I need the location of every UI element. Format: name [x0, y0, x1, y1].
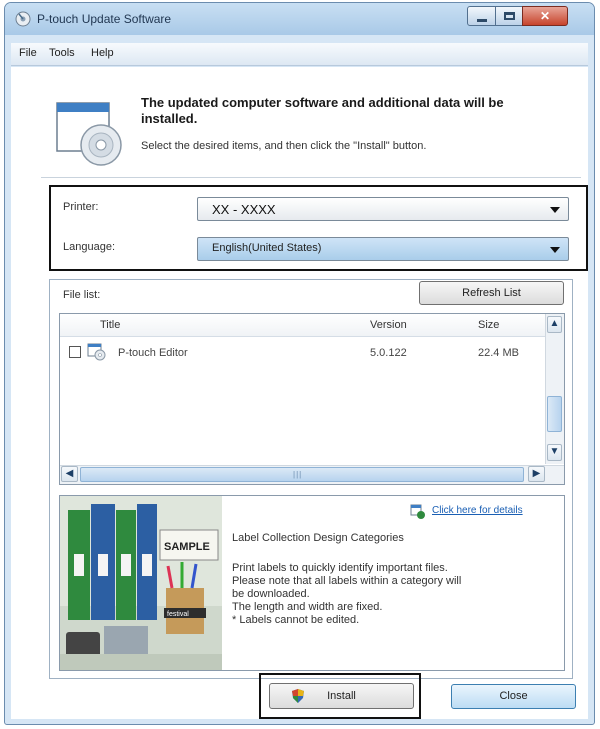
- header-divider: [41, 177, 581, 178]
- close-icon: ✕: [539, 9, 551, 23]
- table-row[interactable]: P-touch Editor 5.0.122 22.4 MB: [60, 342, 546, 364]
- info-line: Please note that all labels within a cat…: [232, 575, 462, 587]
- chevron-down-icon: [550, 247, 560, 253]
- column-version[interactable]: Version: [370, 319, 407, 331]
- close-button[interactable]: Close: [451, 684, 576, 709]
- dialog-content: The updated computer software and additi…: [11, 67, 588, 719]
- close-window-button[interactable]: ✕: [522, 6, 568, 26]
- app-window: P-touch Update Software ✕ File Tools Hel…: [4, 2, 595, 725]
- horizontal-scrollbar[interactable]: ◀ ||| ▶: [60, 465, 564, 484]
- scroll-down-icon[interactable]: ▼: [547, 444, 562, 461]
- file-list-label: File list:: [63, 289, 101, 301]
- menu-tools[interactable]: Tools: [49, 47, 75, 59]
- festival-label-text: festival: [167, 611, 189, 618]
- info-line: be downloaded.: [232, 588, 310, 600]
- menu-file[interactable]: File: [19, 47, 37, 59]
- vertical-scroll-thumb[interactable]: [547, 396, 562, 432]
- minimize-button[interactable]: [467, 6, 496, 26]
- language-value: English(United States): [212, 242, 322, 254]
- printer-select[interactable]: XX - XXXX: [197, 197, 569, 221]
- chevron-down-icon: [550, 207, 560, 213]
- row-title: P-touch Editor: [118, 347, 188, 359]
- info-line: The length and width are fixed.: [232, 601, 383, 613]
- menu-help[interactable]: Help: [91, 47, 114, 59]
- software-disc-icon: [87, 343, 106, 361]
- header-title: The updated computer software and additi…: [141, 95, 504, 126]
- shield-icon: [292, 689, 304, 703]
- scroll-up-icon[interactable]: ▲: [547, 316, 562, 333]
- maximize-icon: [504, 12, 515, 20]
- header-subtitle: Select the desired items, and then click…: [141, 140, 427, 152]
- vertical-scrollbar[interactable]: ▲ ▼: [545, 314, 564, 464]
- maximize-button[interactable]: [495, 6, 523, 26]
- menu-bar: File Tools Help: [11, 43, 588, 66]
- column-size[interactable]: Size: [478, 319, 499, 331]
- file-list-table: Title Version Size P-touch Editor 5.0.12…: [59, 313, 565, 485]
- info-description: Print labels to quickly identify importa…: [232, 562, 562, 627]
- row-checkbox[interactable]: [69, 346, 81, 358]
- sample-label-text: SAMPLE: [164, 541, 210, 553]
- window-title: P-touch Update Software: [37, 12, 172, 26]
- column-title[interactable]: Title: [100, 319, 120, 331]
- install-button[interactable]: Install: [269, 683, 414, 709]
- info-panel: SAMPLE festival Click here for details L…: [59, 495, 565, 671]
- install-label: Install: [327, 690, 356, 702]
- info-line: * Labels cannot be edited.: [232, 614, 360, 626]
- scroll-left-icon[interactable]: ◀: [61, 466, 78, 482]
- refresh-list-button[interactable]: Refresh List: [419, 281, 564, 305]
- scroll-right-icon[interactable]: ▶: [528, 466, 545, 482]
- printer-label: Printer:: [63, 201, 99, 213]
- label-collection-photo: SAMPLE festival: [60, 496, 222, 670]
- table-header: Title Version Size: [60, 314, 546, 337]
- info-title: Label Collection Design Categories: [232, 532, 404, 544]
- language-label: Language:: [63, 241, 115, 253]
- minimize-icon: [477, 19, 487, 22]
- software-disc-icon: [56, 102, 122, 166]
- row-version: 5.0.122: [370, 347, 407, 359]
- printer-value: XX - XXXX: [212, 202, 276, 217]
- info-line: Print labels to quickly identify importa…: [232, 562, 448, 574]
- row-size: 22.4 MB: [478, 347, 519, 359]
- language-select[interactable]: English(United States): [197, 237, 569, 261]
- title-bar[interactable]: P-touch Update Software ✕: [5, 3, 594, 35]
- details-link[interactable]: Click here for details: [432, 505, 523, 516]
- scroll-grip-icon: |||: [293, 470, 303, 479]
- horizontal-scroll-thumb[interactable]: |||: [80, 467, 524, 482]
- software-disc-icon: [410, 504, 425, 519]
- app-icon: [15, 11, 31, 27]
